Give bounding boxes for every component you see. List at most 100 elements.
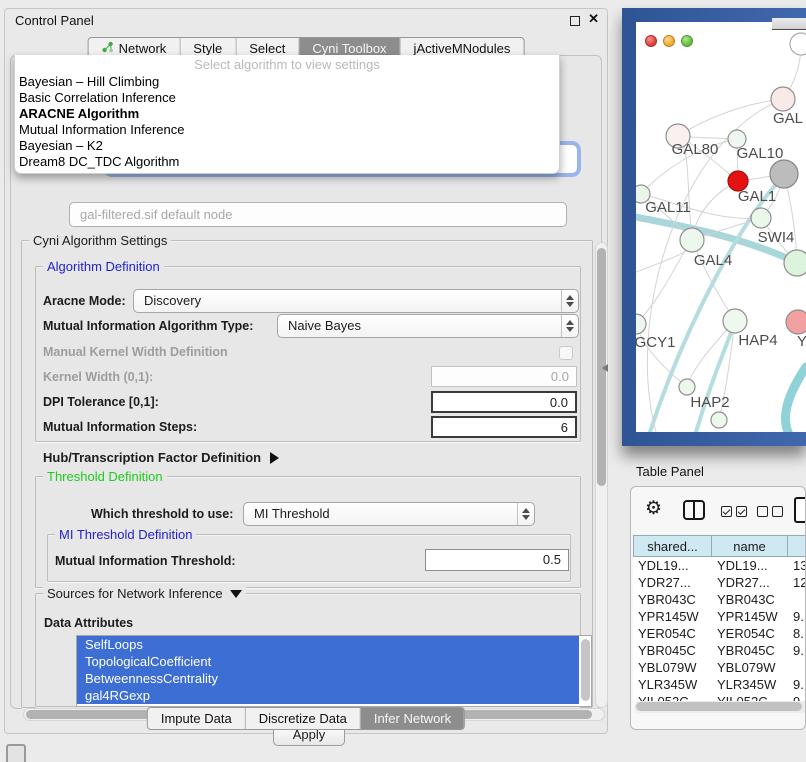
cyni-algorithm-settings-title: Cyni Algorithm Settings: [29, 233, 171, 248]
network-node[interactable]: [770, 160, 798, 188]
network-node-swi4[interactable]: [784, 250, 806, 276]
mi-type-value: Naive Bayes: [288, 318, 361, 333]
network-node-gal1[interactable]: [751, 208, 771, 228]
column-header-shared[interactable]: shared...: [633, 535, 712, 557]
table-cell: YDL19...: [712, 557, 788, 574]
table-function-icon[interactable]: [794, 497, 806, 523]
node-label-gal80: GAL80: [672, 141, 719, 158]
data-attributes-list[interactable]: SelfLoopsTopologicalCoefficientBetweenne…: [76, 635, 592, 707]
network-canvas[interactable]: GALGAL80GAL10GAL11GAL1SWI4GAL4GCY1HAP4YH…: [636, 22, 806, 432]
table-row[interactable]: YDL19...YDL19...13: [633, 557, 806, 574]
window-zoom-icon[interactable]: [681, 35, 693, 47]
tab-infer-network[interactable]: Infer Network: [360, 708, 464, 729]
table-row[interactable]: YDR27...YDR27...12: [633, 574, 806, 591]
table-cell: 12: [788, 574, 806, 591]
table-row[interactable]: YER054CYER054C8.: [633, 625, 806, 642]
table-cell: 9.: [788, 676, 806, 693]
network-node[interactable]: [711, 412, 727, 428]
float-panel-icon[interactable]: [570, 16, 580, 26]
kernel-width-field[interactable]: 0.0: [431, 366, 577, 387]
table-row[interactable]: YBR043CYBR043C: [633, 591, 806, 608]
algorithm-option-basic-correlation-inference[interactable]: Basic Correlation Inference: [15, 90, 559, 106]
collapsed-panel-icon[interactable]: [6, 744, 26, 762]
tab-impute-data[interactable]: Impute Data: [148, 708, 245, 729]
network-table-combo[interactable]: gal-filtered.sif default node: [69, 202, 567, 227]
network-node[interactable]: [790, 33, 806, 55]
mi-threshold-field[interactable]: 0.5: [425, 549, 569, 571]
table-horizontal-scrollbar[interactable]: [634, 701, 806, 713]
split-columns-icon[interactable]: [683, 500, 705, 520]
collapse-down-icon: [230, 590, 242, 598]
aracne-mode-select[interactable]: Discovery: [133, 289, 579, 313]
mi-threshold-definition-title: MI Threshold Definition: [55, 527, 196, 542]
algorithm-option-dream8-dc-tdc-algorithm[interactable]: Dream8 DC_TDC Algorithm: [15, 154, 559, 170]
table-panel-title: Table Panel: [636, 464, 704, 479]
table-row[interactable]: YLR345WYLR345W9.: [633, 676, 806, 693]
network-node-y[interactable]: [786, 310, 806, 334]
table-cell: YDR27...: [633, 574, 712, 591]
network-node-gal[interactable]: [771, 87, 795, 111]
deselect-all-checkboxes-icon[interactable]: [757, 506, 783, 517]
table-cell: YDR27...: [712, 574, 788, 591]
table-cell: YBR043C: [633, 591, 712, 608]
table-row[interactable]: YBR045CYBR045C9.: [633, 642, 806, 659]
tab-label: Infer Network: [374, 711, 451, 726]
table-cell: [788, 591, 806, 608]
manual-kernel-checkbox[interactable]: [559, 346, 573, 360]
attribute-item-topologicalcoefficient[interactable]: TopologicalCoefficient: [77, 653, 579, 670]
sources-title-row[interactable]: Sources for Network Inference: [43, 586, 246, 601]
node-label-gal1: GAL1: [738, 188, 776, 205]
table-hscroll-thumb[interactable]: [636, 702, 802, 711]
column-header-name[interactable]: name: [712, 535, 788, 557]
network-node-gcy1[interactable]: [636, 314, 646, 334]
network-view-frame[interactable]: GALGAL80GAL10GAL11GAL1SWI4GAL4GCY1HAP4YH…: [622, 8, 806, 446]
tab-label: Impute Data: [161, 711, 232, 726]
tab-label: Cyni Toolbox: [312, 41, 386, 56]
attribute-item-selfloops[interactable]: SelfLoops: [77, 636, 579, 653]
table-cell: YBL079W: [633, 659, 712, 676]
algorithm-option-bayesian-hill-climbing[interactable]: Bayesian – Hill Climbing: [15, 74, 559, 90]
window-minimize-icon[interactable]: [663, 35, 675, 47]
hub-definition-expander[interactable]: Hub/Transcription Factor Definition: [43, 450, 279, 465]
tab-label: Select: [249, 41, 285, 56]
hub-definition-label: Hub/Transcription Factor Definition: [43, 450, 261, 465]
table-row[interactable]: YBL079WYBL079W: [633, 659, 806, 676]
network-edge: [678, 99, 783, 136]
node-label-gal10: GAL10: [737, 145, 784, 162]
algorithm-option-bayesian-k2[interactable]: Bayesian – K2: [15, 138, 559, 154]
sources-title: Sources for Network Inference: [47, 586, 223, 601]
tab-discretize-data[interactable]: Discretize Data: [245, 708, 360, 729]
tab-label: Network: [119, 41, 167, 56]
column-header-2[interactable]: [788, 535, 806, 557]
select-all-checkboxes-icon[interactable]: [721, 506, 747, 517]
settings-vertical-scrollbar[interactable]: [595, 242, 608, 708]
dpi-tolerance-label: DPI Tolerance [0,1]:: [43, 395, 159, 409]
mi-type-select[interactable]: Naive Bayes: [277, 314, 579, 338]
network-node-hap4[interactable]: [723, 309, 747, 333]
tab-label: Style: [193, 41, 222, 56]
stepper-arrows-icon: [561, 315, 578, 337]
attribute-item-gal4rgexp[interactable]: gal4RGexp: [77, 687, 579, 704]
window-close-icon[interactable]: [645, 35, 657, 47]
background-window-titlebar: [772, 18, 806, 30]
splitter-arrow-icon[interactable]: [602, 364, 608, 372]
mi-threshold-label: Mutual Information Threshold:: [55, 554, 236, 568]
close-icon[interactable]: ✕: [588, 11, 599, 27]
algorithm-option-aracne-algorithm[interactable]: ARACNE Algorithm: [15, 106, 559, 122]
threshold-definition-title: Threshold Definition: [43, 469, 167, 484]
dpi-tolerance-field[interactable]: 0.0: [431, 391, 577, 413]
algorithm-option-mutual-information-inference[interactable]: Mutual Information Inference: [15, 122, 559, 138]
attribute-item-betweennesscentrality[interactable]: BetweennessCentrality: [77, 670, 579, 687]
list-scrollbar-thumb[interactable]: [581, 639, 590, 701]
table-cell: YLR345W: [712, 676, 788, 693]
expand-right-icon: [270, 452, 279, 464]
mi-steps-label: Mutual Information Steps:: [43, 420, 197, 434]
which-threshold-select[interactable]: MI Threshold: [243, 502, 535, 526]
table-row[interactable]: YPR145WYPR145W9.: [633, 608, 806, 625]
network-graph: GALGAL80GAL10GAL11GAL1SWI4GAL4GCY1HAP4YH…: [636, 22, 806, 432]
gear-icon[interactable]: ⚙: [645, 497, 662, 520]
network-node-gal4[interactable]: [680, 228, 704, 252]
mi-steps-field[interactable]: 6: [431, 416, 577, 438]
network-node-hap2[interactable]: [679, 379, 695, 395]
node-label-swi4: SWI4: [758, 229, 795, 246]
